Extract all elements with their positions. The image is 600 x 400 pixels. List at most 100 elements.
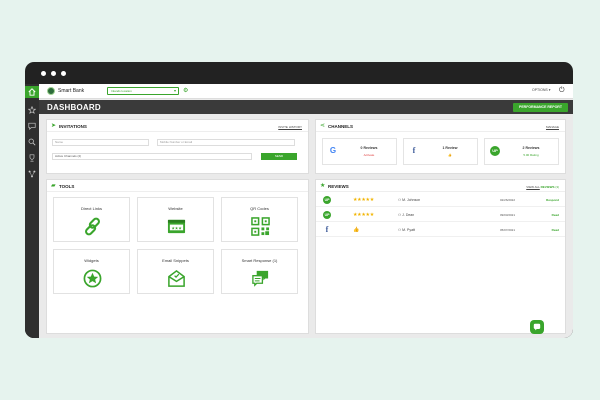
- gear-icon[interactable]: ⚙: [183, 87, 188, 95]
- contact-input[interactable]: Mobile Number or Email: [157, 139, 295, 146]
- channels-header: ⋖ CHANNELS MANAGE: [316, 120, 565, 132]
- chat-launcher-button[interactable]: [530, 320, 544, 334]
- manage-channels-link[interactable]: MANAGE: [546, 125, 559, 129]
- channel-up[interactable]: UP 2 Reviews 5.00 Rating: [484, 138, 559, 165]
- read-link[interactable]: Read: [552, 228, 559, 232]
- view-all-count: (3): [555, 185, 559, 189]
- window-dot: [61, 71, 66, 76]
- invitations-header: ➤ INVITATIONS INVITE HISTORY: [47, 120, 308, 132]
- star-icon: [28, 106, 36, 114]
- invite-history-link[interactable]: INVITE HISTORY: [278, 125, 302, 129]
- tool-smart-response[interactable]: Smart Response (1): [221, 249, 298, 294]
- sidebar-item-reviews[interactable]: [25, 104, 39, 116]
- reviewer-name-text: M. Johnson: [402, 198, 421, 202]
- up-icon: UP: [323, 211, 331, 219]
- view-all-label: VIEW ALL: [526, 185, 540, 189]
- google-icon: G: [329, 146, 337, 155]
- channel-rating: 5.00 Rating: [523, 153, 539, 157]
- sidebar-item-awards[interactable]: [25, 152, 39, 164]
- thumbs-up-icon: 👍: [448, 153, 452, 157]
- sidebar-item-messages[interactable]: [25, 120, 39, 132]
- reviews-header: ★ REVIEWS VIEW ALL REVIEWS (3): [316, 180, 565, 192]
- options-label: OPTIONS: [532, 88, 548, 92]
- review-row[interactable]: f 👍 ⚇ M. Pyatt 05/07/2021 Read: [316, 223, 565, 237]
- view-all-reviews-link[interactable]: VIEW ALL REVIEWS (3): [526, 185, 559, 189]
- tool-label: QR Codes: [250, 206, 269, 211]
- review-row[interactable]: UP ★★★★★ ⚇ M. Johnson 02/26/2022 Respond: [316, 193, 565, 207]
- qr-code-icon: [251, 217, 270, 236]
- top-bar: Smart Bank Inlands location ▾ ⚙ OPTIONS …: [39, 84, 573, 99]
- widget-icon: [83, 269, 102, 288]
- review-date: 02/26/2022: [500, 198, 516, 202]
- main-content: Smart Bank Inlands location ▾ ⚙ OPTIONS …: [39, 84, 573, 338]
- app-name: Smart Bank: [58, 88, 85, 94]
- invitations-card: ➤ INVITATIONS INVITE HISTORY Name Mobile…: [46, 119, 309, 174]
- network-icon: [28, 170, 36, 178]
- power-icon[interactable]: ⏻: [559, 86, 565, 95]
- home-icon: [28, 88, 36, 96]
- location-select[interactable]: Inlands location ▾: [107, 87, 179, 95]
- reviewer-name-text: J. Dean: [402, 213, 415, 217]
- reviewer-name-text: M. Pyatt: [402, 228, 415, 232]
- tool-label: Website: [168, 206, 183, 211]
- search-icon: [28, 138, 36, 146]
- sidebar-item-integrations[interactable]: [25, 168, 39, 180]
- sidebar: [25, 84, 39, 338]
- share-icon: ⋖: [320, 123, 326, 129]
- browser-window: Smart Bank Inlands location ▾ ⚙ OPTIONS …: [25, 62, 573, 338]
- window-dot: [41, 71, 46, 76]
- review-stars: ★★★★★: [353, 212, 374, 218]
- email-icon: [168, 269, 185, 287]
- window-dot: [51, 71, 56, 76]
- channels-title: CHANNELS: [328, 124, 354, 129]
- tools-title: TOOLS: [59, 184, 75, 189]
- folder-icon: ▰: [51, 183, 56, 189]
- chat-bubbles-icon: [252, 270, 269, 287]
- read-link[interactable]: Read: [552, 213, 559, 217]
- tool-label: Direct Links: [81, 206, 102, 211]
- review-date: 09/03/2021: [500, 213, 516, 217]
- up-icon: UP: [490, 146, 500, 156]
- thumbs-up-icon: 👍: [353, 227, 359, 233]
- activate-link[interactable]: Activate: [343, 153, 395, 157]
- reviewer-name: ⚇ J. Dean: [398, 213, 414, 217]
- message-icon: [28, 122, 36, 130]
- channel-google[interactable]: G 0 Reviews Activate: [322, 138, 397, 165]
- active-channels-select[interactable]: Active Channels (2): [52, 153, 252, 160]
- review-row[interactable]: UP ★★★★★ ⚇ J. Dean 09/03/2021 Read: [316, 208, 565, 222]
- channel-facebook[interactable]: f 1 Review 👍: [403, 138, 478, 165]
- tool-label: Email Snippets: [162, 258, 189, 263]
- reviews-title: REVIEWS: [328, 184, 349, 189]
- performance-report-button[interactable]: PERFORMANCE REPORT: [513, 103, 568, 112]
- location-select-value: Inlands location: [111, 89, 132, 93]
- reviewer-name: ⚇ M. Johnson: [398, 198, 420, 202]
- sidebar-item-search[interactable]: [25, 136, 39, 148]
- facebook-icon: f: [325, 225, 329, 234]
- channel-count: 2 Reviews: [522, 146, 540, 150]
- view-all-suffix: REVIEWS: [540, 185, 555, 189]
- link-icon: [85, 217, 100, 236]
- paper-plane-icon: ➤: [51, 123, 57, 129]
- options-menu[interactable]: OPTIONS ▾: [532, 88, 551, 92]
- respond-link[interactable]: Respond: [546, 198, 559, 202]
- tool-widgets[interactable]: Widgets: [53, 249, 130, 294]
- tool-email-snippets[interactable]: Email Snippets: [137, 249, 214, 294]
- trophy-icon: [29, 154, 35, 162]
- send-button[interactable]: SEND: [261, 153, 297, 160]
- invitations-title: INVITATIONS: [59, 124, 87, 129]
- reviewer-name: ⚇ M. Pyatt: [398, 228, 415, 232]
- channel-count: 0 Reviews: [360, 146, 378, 150]
- reviews-card: ★ REVIEWS VIEW ALL REVIEWS (3) UP ★★★★★ …: [315, 179, 566, 334]
- app-logo[interactable]: Smart Bank: [47, 87, 84, 95]
- name-input[interactable]: Name: [52, 139, 149, 146]
- tool-qr-codes[interactable]: QR Codes: [221, 197, 298, 242]
- chat-icon: [533, 323, 541, 331]
- sidebar-item-home[interactable]: [25, 86, 39, 98]
- tools-card: ▰ TOOLS Direct Links Website ★★★ QR Code…: [46, 179, 309, 334]
- logo-mark-icon: [47, 87, 55, 95]
- tool-direct-links[interactable]: Direct Links: [53, 197, 130, 242]
- tool-website[interactable]: Website ★★★: [137, 197, 214, 242]
- up-icon: UP: [323, 196, 331, 204]
- tool-label: Smart Response (1): [241, 258, 278, 263]
- tool-label: Widgets: [84, 258, 99, 263]
